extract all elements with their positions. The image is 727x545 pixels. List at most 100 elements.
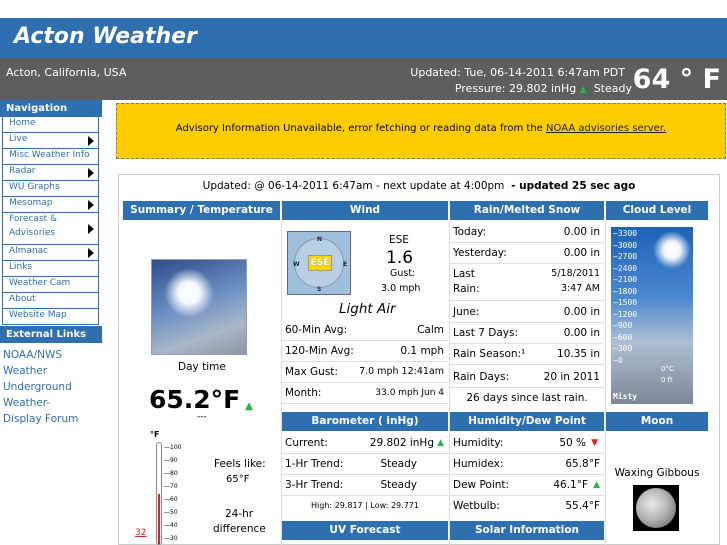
humidity-row: Dew Point: 46.1°F ▲ xyxy=(450,475,604,496)
arrow-down-icon: ▼ xyxy=(591,438,598,448)
cloud-height-tick: —1500 xyxy=(613,298,638,307)
update-text: Updated: @ 06-14-2011 6:47am - next upda… xyxy=(202,180,505,192)
wind-row: 60-Min Avg: Calm xyxy=(282,320,448,341)
row-label: Yesterday: xyxy=(453,247,507,259)
rain-last-row: Last Rain: 5/18/2011 3:47 AM xyxy=(450,264,604,301)
rain-header: Rain/Melted Snow xyxy=(450,201,604,220)
arrow-up-icon: ▲ xyxy=(593,480,600,490)
row-label: Month: xyxy=(285,387,322,399)
submenu-arrow-icon xyxy=(88,167,94,178)
cloud-temp-label: 0°C xyxy=(661,365,674,373)
wind-description: Light Air xyxy=(339,301,396,317)
cloud-height-tick: —2400 xyxy=(613,263,638,273)
nav-item-label: Weather Cam xyxy=(9,278,71,288)
current-temperature: 64 ° F xyxy=(632,64,721,95)
advisory-text: Advisory Information Unavailable, error … xyxy=(175,123,543,134)
row-label: Humidex: xyxy=(453,458,504,470)
sidebar-navigation: Navigation Home Live Misc Weather Info R… xyxy=(0,100,102,545)
nav-item-links[interactable]: Links xyxy=(2,261,99,277)
nav-item-misc-weather-info[interactable]: Misc Weather Info xyxy=(2,149,99,165)
nav-item-label: Live xyxy=(9,134,28,144)
thermometer-tick: —90 xyxy=(164,457,178,464)
nav-item-label: Mesomap xyxy=(9,198,53,208)
row-label: 120-Min Avg: xyxy=(285,345,354,357)
compass-east: E xyxy=(343,261,348,268)
cloud-height-tick: —900 xyxy=(613,321,633,330)
row-value: 0.00 in xyxy=(563,226,600,238)
link-weather-display-forum[interactable]: Weather- Display Forum xyxy=(3,395,102,427)
thermometer: °F —100 —90 —80 —70 —60 —50 —40 —30 xyxy=(150,430,190,545)
row-label: Humidity: xyxy=(453,437,504,449)
noaa-advisories-link[interactable]: NOAA advisories server. xyxy=(546,123,666,134)
moon-header: Moon xyxy=(606,412,708,431)
cloud-height-tick: —1200 xyxy=(613,309,638,319)
info-bar: Acton, California, USA Updated: Tue, 06-… xyxy=(0,58,727,100)
nav-item-home[interactable]: Home xyxy=(2,117,99,133)
thermometer-tube xyxy=(156,442,162,545)
cloud-height-label: 0 ft xyxy=(661,376,673,384)
link-noaa-nws[interactable]: NOAA/NWS xyxy=(3,347,102,363)
cloud-height-tick: —2700 xyxy=(613,252,638,261)
arrow-up-icon: ▲ xyxy=(245,400,254,412)
compass-south: S xyxy=(317,286,322,293)
row-label: Max Gust: xyxy=(285,366,338,378)
wind-speed: 1.6 xyxy=(386,248,414,268)
freezing-marker: 32 xyxy=(135,528,147,538)
top-strip xyxy=(0,0,727,18)
barometer-high-low: High: 29.817 | Low: 29.771 xyxy=(311,501,419,510)
row-value: 33.0 mph Jun 4 xyxy=(375,388,444,398)
row-value: 10.35 in xyxy=(557,348,600,360)
row-label: Last 7 Days: xyxy=(453,327,518,339)
nav-item-forecast-advisories[interactable]: Forecast & Advisories xyxy=(2,213,99,245)
nav-item-label: Radar xyxy=(9,166,36,176)
cloud-height-tick: —600 xyxy=(613,332,633,342)
page: Acton Weather Acton, California, USA Upd… xyxy=(0,0,727,545)
nav-item-wu-graphs[interactable]: WU Graphs xyxy=(2,181,99,197)
cloud-caption: Misty xyxy=(613,392,638,401)
row-value: 50 % xyxy=(559,437,586,449)
gust-label: Gust: xyxy=(390,268,416,279)
nav-item-live[interactable]: Live xyxy=(2,133,99,149)
humidity-header: Humidity/Dew Point xyxy=(450,412,604,431)
cloud-height-tick: —0 xyxy=(613,355,623,365)
link-weather-underground[interactable]: Weather Underground xyxy=(3,363,102,395)
difference-value-partial xyxy=(230,539,233,545)
wind-direction: ESE xyxy=(389,234,409,246)
thermometer-fill xyxy=(158,494,160,544)
nav-item-weather-cam[interactable]: Weather Cam xyxy=(2,277,99,293)
update-age: - updated 25 sec ago xyxy=(511,180,636,192)
wind-compass: N S W E ESE xyxy=(287,231,351,295)
nav-item-mesomap[interactable]: Mesomap xyxy=(2,197,99,213)
barometer-header: Barometer ( inHg) xyxy=(282,412,448,431)
humidity-row: Wetbulb: 55.4°F xyxy=(450,496,604,517)
wind-header: Wind xyxy=(282,201,448,220)
nav-item-label: WU Graphs xyxy=(9,182,60,192)
row-value: Steady xyxy=(380,458,417,470)
column-divider xyxy=(605,220,606,545)
site-title[interactable]: Acton Weather xyxy=(14,24,197,49)
submenu-arrow-icon xyxy=(88,247,94,258)
nav-item-label: Misc Weather Info xyxy=(9,150,90,160)
uv-forecast-header: UV Forecast xyxy=(282,521,448,540)
row-label: Current: xyxy=(285,437,328,449)
last-rain-time: 3:47 AM xyxy=(560,283,600,294)
rain-row: Today: 0.00 in xyxy=(450,222,604,243)
row-value: Steady xyxy=(380,479,417,491)
gust-value: 3.0 mph xyxy=(381,283,421,294)
nav-item-almanac[interactable]: Almanac xyxy=(2,245,99,261)
cloud-height-scale: —3300 —3000 —2700 —2400 —2100 —1800 —1500 —1200… xyxy=(613,228,637,366)
external-links-heading: External Links xyxy=(0,326,102,343)
moon-icon xyxy=(636,488,676,528)
row-label: Wetbulb: xyxy=(453,500,500,512)
pressure-value: Pressure: 29.802 inHg xyxy=(454,82,577,95)
nav-item-about[interactable]: About xyxy=(2,293,99,309)
nav-item-radar[interactable]: Radar xyxy=(2,165,99,181)
temperature-subtext: --- xyxy=(197,412,207,422)
nav-item-website-map[interactable]: Website Map xyxy=(2,309,99,325)
pressure-trend: Steady xyxy=(593,82,632,95)
row-value: 46.1°F xyxy=(553,479,588,491)
row-label: 3-Hr Trend: xyxy=(285,479,344,491)
arrow-up-icon: ▲ xyxy=(579,85,587,95)
cloud-height-tick: —300 xyxy=(613,344,633,353)
wind-direction-icon: ESE xyxy=(308,255,332,271)
